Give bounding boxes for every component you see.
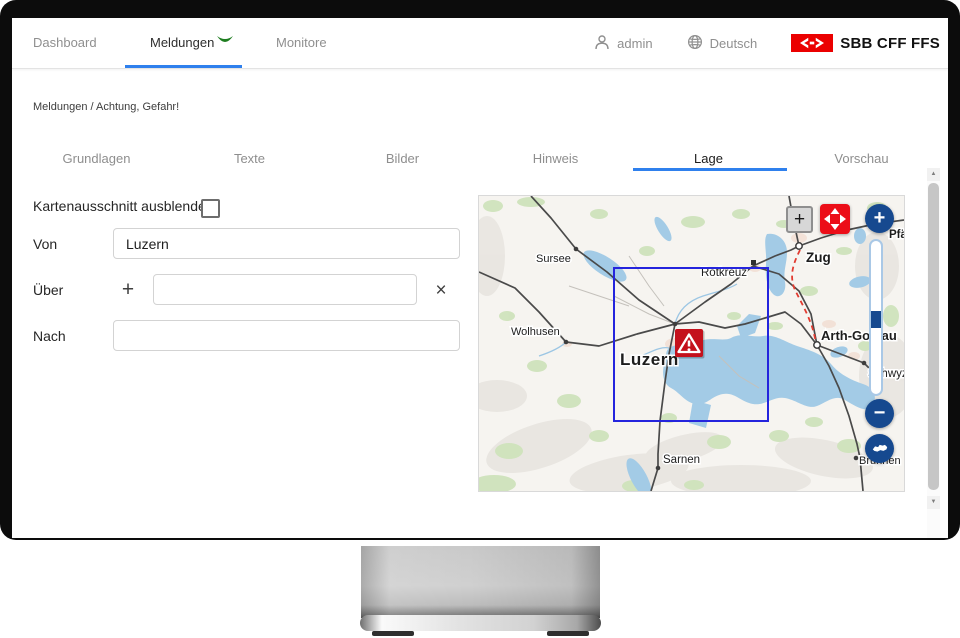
vertical-scrollbar[interactable]: ▲ ▼ — [927, 168, 940, 538]
monitor-stand-base — [360, 615, 601, 631]
brand-text: SBB CFF FFS — [840, 35, 940, 52]
map-label-arth-goldau: Arth-Goldau — [821, 328, 897, 343]
nav-item-meldungen[interactable]: Meldungen — [150, 18, 214, 68]
map-label-zug: Zug — [806, 250, 831, 265]
screen: Dashboard Meldungen Monitore admin — [12, 18, 948, 538]
ueber-label: Über — [33, 282, 63, 298]
map-label-wolhusen: Wolhusen — [511, 326, 560, 338]
map-move-button[interactable] — [820, 204, 850, 234]
clear-via-button[interactable]: × — [429, 277, 453, 305]
ueber-input[interactable] — [153, 274, 417, 305]
language-menu[interactable]: Deutsch — [687, 34, 758, 53]
map-label-luzern: Luzern — [620, 350, 679, 369]
von-label: Von — [33, 236, 57, 252]
language-label: Deutsch — [710, 36, 758, 51]
tab-grundlagen[interactable]: Grundlagen — [20, 146, 173, 172]
sbb-flag-icon — [791, 34, 833, 52]
map-label-pfaeffikon: Pfäffikon — [889, 229, 904, 241]
user-icon — [594, 34, 610, 53]
map-label-sursee: Sursee — [536, 253, 571, 265]
top-navigation: Dashboard Meldungen Monitore admin — [12, 18, 948, 69]
globe-icon — [687, 34, 703, 53]
nav-item-dashboard[interactable]: Dashboard — [33, 18, 97, 68]
monitor-foot-left — [372, 631, 414, 636]
map-canvas[interactable]: Sursee Wolhusen Luzern Rotkreuz Zug Arth… — [479, 196, 904, 491]
scroll-up-button[interactable]: ▲ — [927, 168, 940, 181]
map-zoom-slider[interactable] — [869, 239, 883, 396]
tab-texte[interactable]: Texte — [173, 146, 326, 172]
map-zoom-out-button[interactable]: − — [865, 399, 894, 428]
scrollbar-thumb[interactable] — [928, 183, 939, 490]
active-nav-underline — [125, 65, 242, 68]
map-warning-marker[interactable] — [675, 329, 705, 359]
user-menu[interactable]: admin — [594, 34, 652, 53]
map-switzerland-extent-button[interactable] — [865, 434, 894, 463]
monitor-foot-right — [547, 631, 589, 636]
map-add-button[interactable]: + — [786, 206, 813, 233]
breadcrumb: Meldungen / Achtung, Gefahr! — [33, 101, 179, 113]
map-zoom-in-button[interactable]: + — [865, 204, 894, 233]
green-caret-icon — [217, 33, 233, 51]
map-label-sarnen: Sarnen — [663, 454, 700, 466]
monitor-stand — [361, 546, 600, 618]
hide-map-checkbox[interactable] — [201, 199, 220, 218]
active-tab-underline — [633, 168, 787, 171]
switzerland-icon — [869, 438, 891, 460]
nach-input[interactable] — [113, 320, 460, 351]
tab-vorschau[interactable]: Vorschau — [785, 146, 938, 172]
hide-map-label: Kartenausschnitt ausblenden — [33, 198, 214, 214]
header-right-cluster: admin Deutsch — [594, 18, 940, 68]
zoom-slider-handle[interactable] — [871, 311, 881, 328]
monitor-bezel: Dashboard Meldungen Monitore admin — [0, 0, 960, 540]
tab-hinweis[interactable]: Hinweis — [479, 146, 632, 172]
brand-logo: SBB CFF FFS — [791, 34, 940, 52]
map-container[interactable]: Sursee Wolhusen Luzern Rotkreuz Zug Arth… — [478, 195, 905, 492]
scroll-down-button[interactable]: ▼ — [927, 496, 940, 509]
tab-bilder[interactable]: Bilder — [326, 146, 479, 172]
user-name: admin — [617, 36, 652, 51]
nach-label: Nach — [33, 328, 66, 344]
nav-item-monitore[interactable]: Monitore — [276, 18, 327, 68]
add-via-button[interactable]: + — [116, 276, 140, 304]
von-input[interactable] — [113, 228, 460, 259]
move-icon — [820, 204, 850, 234]
